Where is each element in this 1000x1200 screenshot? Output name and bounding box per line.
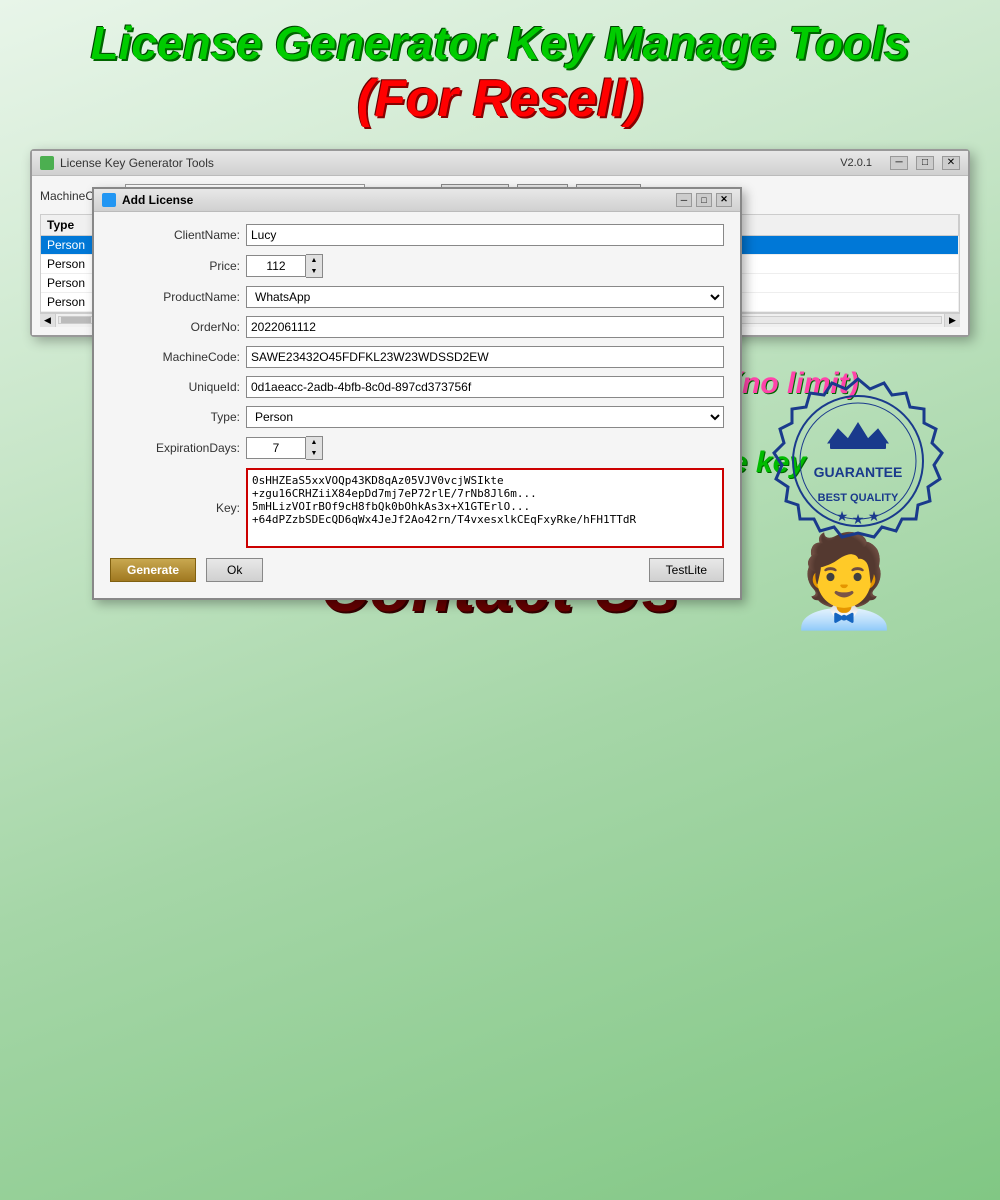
order-no-label: OrderNo: [110, 320, 240, 334]
price-spinner-buttons: ▲ ▼ [306, 254, 323, 278]
machine-code-row: MachineCode: [110, 346, 724, 368]
scroll-right-button[interactable]: ▶ [944, 314, 960, 327]
svg-text:BEST QUALITY: BEST QUALITY [818, 492, 899, 504]
dialog-minimize-button[interactable]: ─ [676, 193, 692, 207]
expiration-days-spinner-buttons: ▲ ▼ [306, 436, 323, 460]
app-icon [40, 156, 54, 170]
scroll-thumb[interactable] [61, 317, 91, 323]
key-textarea[interactable]: 0sHHZEaS5xxVOQp43KD8qAz05VJV0vcjWSIkte +… [246, 468, 724, 548]
dialog-body: ClientName: Price: ▲ ▼ ProductName: Wha [94, 212, 740, 598]
price-up-button[interactable]: ▲ [306, 255, 322, 266]
type-select[interactable]: Person [246, 406, 724, 428]
price-down-button[interactable]: ▼ [306, 266, 322, 277]
expiration-days-label: ExpirationDays: [110, 441, 240, 455]
scroll-left-button[interactable]: ◀ [40, 314, 56, 327]
maximize-button[interactable]: □ [916, 156, 934, 170]
minimize-button[interactable]: ─ [890, 156, 908, 170]
order-no-row: OrderNo: [110, 316, 724, 338]
add-license-dialog: Add License ─ □ ✕ ClientName: Price: ▲ [92, 187, 742, 600]
svg-text:★: ★ [836, 508, 849, 524]
dialog-title-text: Add License [122, 193, 193, 207]
unique-id-input[interactable] [246, 376, 724, 398]
expiration-days-input[interactable] [246, 437, 306, 459]
type-label: Type: [110, 410, 240, 424]
unique-id-label: UniqueId: [110, 380, 240, 394]
dialog-close-button[interactable]: ✕ [716, 193, 732, 207]
dialog-maximize-button[interactable]: □ [696, 193, 712, 207]
testlite-button[interactable]: TestLite [649, 558, 724, 582]
sub-title: (For Resell) [20, 69, 980, 129]
dialog-title-bar: Add License ─ □ ✕ [94, 189, 740, 212]
product-name-select[interactable]: WhatsApp [246, 286, 724, 308]
dialog-win-buttons: ─ □ ✕ [676, 193, 732, 207]
version-label: V2.0.1 [840, 157, 872, 169]
price-spinner: ▲ ▼ [246, 254, 323, 278]
client-name-label: ClientName: [110, 228, 240, 242]
machine-code-dialog-input[interactable] [246, 346, 724, 368]
type-row: Type: Person [110, 406, 724, 428]
unique-id-row: UniqueId: [110, 376, 724, 398]
client-name-row: ClientName: [110, 224, 724, 246]
svg-text:GUARANTEE: GUARANTEE [814, 464, 903, 480]
title-bar-left: License Key Generator Tools [40, 156, 214, 170]
expiration-days-row: ExpirationDays: ▲ ▼ [110, 436, 724, 460]
price-input[interactable] [246, 255, 306, 277]
price-row: Price: ▲ ▼ [110, 254, 724, 278]
product-name-label: ProductName: [110, 290, 240, 304]
machine-code-label-dialog: MachineCode: [110, 350, 240, 364]
product-name-row: ProductName: WhatsApp [110, 286, 724, 308]
dialog-buttons: Generate Ok TestLite [110, 558, 724, 586]
expiration-days-up-button[interactable]: ▲ [306, 437, 322, 448]
header: License Generator Key Manage Tools (For … [0, 0, 1000, 139]
svg-text:★: ★ [852, 511, 865, 527]
expiration-days-down-button[interactable]: ▼ [306, 448, 322, 459]
guarantee-stamp: ★ ★ ★ GUARANTEE BEST QUALITY [768, 371, 948, 551]
generate-button[interactable]: Generate [110, 558, 196, 582]
close-button[interactable]: ✕ [942, 156, 960, 170]
main-window: License Key Generator Tools V2.0.1 ─ □ ✕… [30, 149, 970, 337]
window-title: License Key Generator Tools [60, 156, 214, 170]
expiration-days-spinner: ▲ ▼ [246, 436, 323, 460]
price-label: Price: [110, 259, 240, 273]
dialog-icon [102, 193, 116, 207]
key-row: Key: 0sHHZEaS5xxVOQp43KD8qAz05VJV0vcjWSI… [110, 468, 724, 548]
title-bar: License Key Generator Tools V2.0.1 ─ □ ✕ [32, 151, 968, 176]
key-label: Key: [110, 501, 240, 515]
dialog-title-left: Add License [102, 193, 193, 207]
ok-button[interactable]: Ok [206, 558, 263, 582]
main-title: License Generator Key Manage Tools [20, 18, 980, 69]
svg-text:★: ★ [868, 508, 881, 524]
client-name-input[interactable] [246, 224, 724, 246]
order-no-input[interactable] [246, 316, 724, 338]
